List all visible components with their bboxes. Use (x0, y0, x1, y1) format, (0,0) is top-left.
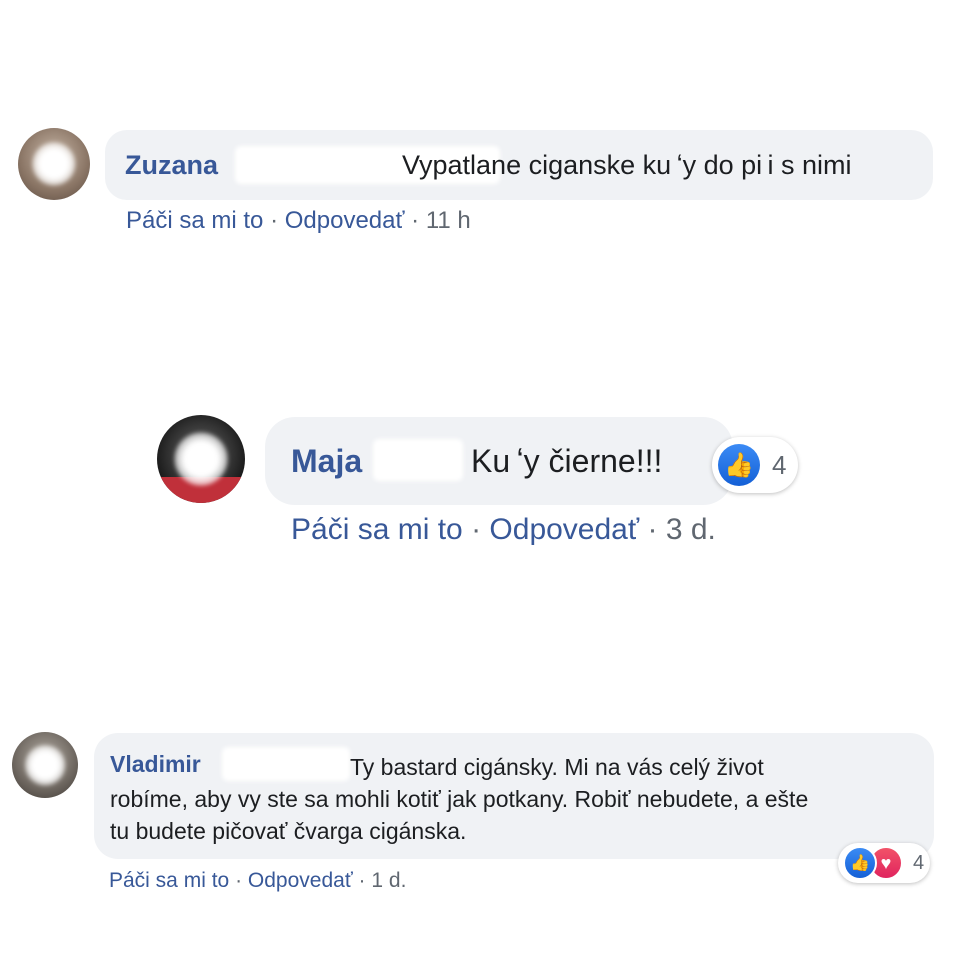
redacted-surname (373, 439, 463, 481)
comment-author[interactable]: Zuzana (125, 150, 218, 181)
like-link[interactable]: Páči sa mi to (126, 207, 263, 234)
reaction-count: 4 (913, 851, 925, 874)
avatar[interactable] (12, 732, 78, 798)
like-link[interactable]: Páči sa mi to (109, 869, 229, 892)
timestamp[interactable]: 1 d. (371, 869, 406, 892)
avatar[interactable] (157, 415, 245, 503)
reply-link[interactable]: Odpovedať (285, 207, 405, 234)
comment-bubble: Zuzana Vypatlane ciganske ku ʻy do pi i … (105, 130, 933, 200)
comment-text: Ku ʻy čierne!!! (471, 443, 663, 479)
comment-actions: Páči sa mi to · Odpovedať · 3 d. (291, 513, 716, 546)
avatar[interactable] (18, 128, 90, 200)
comment-actions: Páči sa mi to · Odpovedať · 1 d. (109, 869, 407, 892)
comment-author[interactable]: Maja (291, 443, 362, 480)
reaction-count: 4 (772, 449, 787, 480)
reaction-summary[interactable]: 👍 ♥ 4 (838, 843, 930, 883)
reply-link[interactable]: Odpovedať (489, 513, 639, 546)
like-icon: 👍 (718, 444, 760, 486)
like-link[interactable]: Páči sa mi to (291, 513, 463, 546)
timestamp[interactable]: 11 h (426, 207, 471, 234)
timestamp[interactable]: 3 d. (666, 513, 716, 546)
reaction-summary[interactable]: 👍 4 (712, 437, 798, 493)
like-icon: 👍 (843, 846, 877, 880)
comment-bubble: Vladimir Ty bastard cigánsky. Mi na vás … (94, 733, 934, 859)
reply-link[interactable]: Odpovedať (248, 869, 353, 892)
comment-actions: Páči sa mi to · Odpovedať · 11 h (126, 207, 471, 234)
comment-text: Ty bastard cigánsky. Mi na vás celý živo… (110, 754, 809, 844)
comment-text: Vypatlane ciganske ku ʻy do pi i s nimi (402, 150, 852, 180)
comment-bubble: Maja Ku ʻy čierne!!! (265, 417, 733, 505)
